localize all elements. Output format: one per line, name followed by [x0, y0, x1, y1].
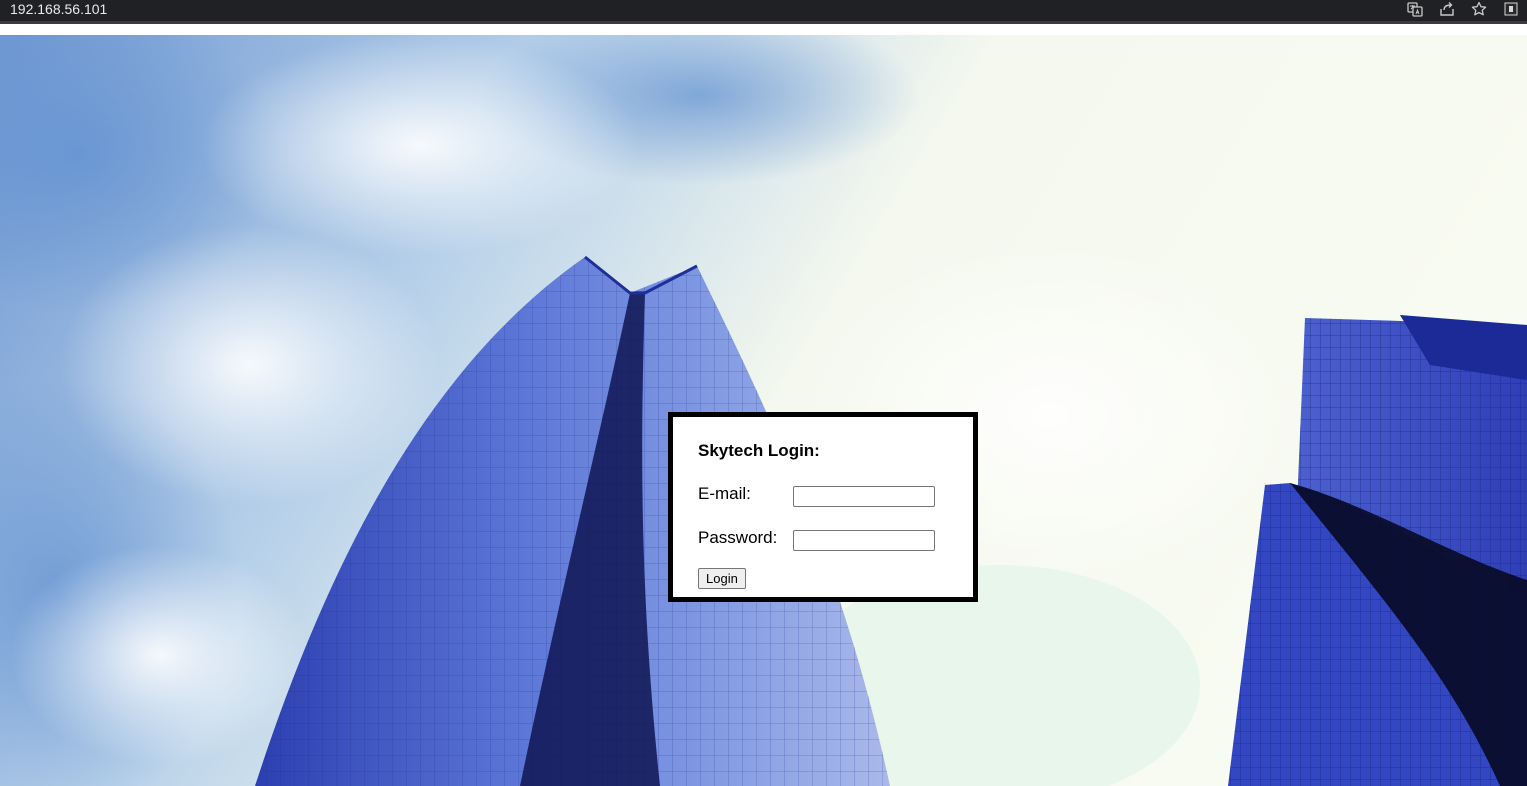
browser-top-bar: 192.168.56.101 — [0, 0, 1527, 24]
login-button[interactable]: Login — [698, 568, 746, 589]
email-label: E-mail: — [698, 484, 751, 503]
bookmark-star-icon[interactable] — [1463, 0, 1495, 18]
translate-icon[interactable] — [1399, 0, 1431, 18]
address-bar-url[interactable]: 192.168.56.101 — [10, 0, 107, 18]
password-field[interactable] — [793, 530, 935, 551]
background-skyscraper-image — [0, 35, 1527, 786]
extension-icon[interactable] — [1495, 0, 1527, 18]
password-label: Password: — [698, 528, 778, 547]
login-panel: Skytech Login: E-mail: Password: Login — [668, 412, 978, 602]
share-icon[interactable] — [1431, 0, 1463, 18]
login-title: Skytech Login: — [698, 441, 820, 460]
browser-content-top-strip — [0, 24, 1527, 35]
email-field[interactable] — [793, 486, 935, 507]
browser-toolbar-icons — [1399, 0, 1527, 18]
